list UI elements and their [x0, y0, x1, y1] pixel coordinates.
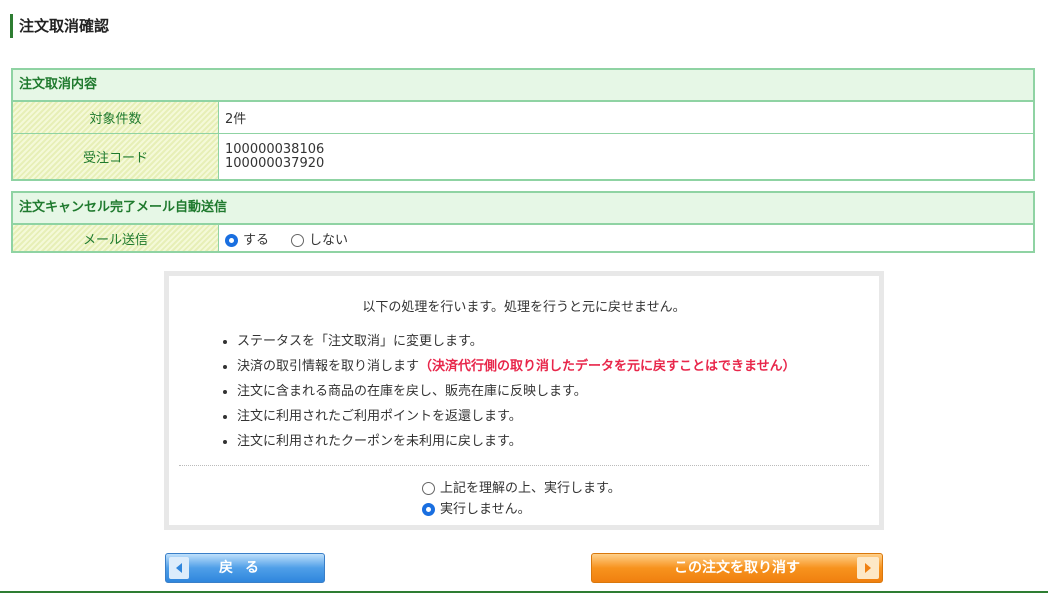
- radio-unchecked-icon[interactable]: [291, 233, 305, 247]
- list-item: 決済の取引情報を取り消します（決済代行側の取り消したデータを元に戻すことはできま…: [237, 354, 879, 379]
- count-label: 対象件数: [13, 102, 219, 133]
- list-item-text: 注文に利用されたクーポンを未利用に戻します。: [237, 434, 522, 449]
- choice-not-execute-label: 実行しません。: [440, 502, 531, 517]
- execute-choices: 上記を理解の上、実行します。 実行しません。: [169, 478, 879, 520]
- code-label: 受注コード: [13, 134, 219, 179]
- mail-option-no[interactable]: しない: [291, 229, 348, 248]
- choice-execute[interactable]: 上記を理解の上、実行します。: [422, 478, 879, 499]
- warning-text: （決済代行側の取り消したデータを元に戻すことはできません）: [419, 359, 796, 374]
- confirmation-box: 以下の処理を行います。処理を行うと元に戻せません。 ステータスを「注文取消」に変…: [164, 271, 884, 530]
- list-item-text: 注文に含まれる商品の在庫を戻し、販売在庫に反映します。: [237, 384, 587, 399]
- arrow-right-icon: [857, 557, 879, 579]
- mail-label: メール送信: [13, 225, 219, 251]
- cancel-details-heading: 注文取消内容: [13, 70, 1033, 101]
- list-item-text: 注文に利用されたご利用ポイントを返還します。: [237, 409, 522, 424]
- cancel-details-panel: 注文取消内容 対象件数 2件 受注コード 100000038106 100000…: [11, 68, 1035, 181]
- back-button[interactable]: 戻る: [165, 553, 325, 583]
- back-button-label: 戻る: [219, 560, 271, 576]
- list-item-text: 決済の取引情報を取り消します: [237, 359, 420, 374]
- list-item: 注文に利用されたご利用ポイントを返還します。: [237, 404, 879, 429]
- order-code: 100000038106: [225, 141, 325, 157]
- list-item: ステータスを「注文取消」に変更します。: [237, 329, 879, 354]
- list-item-text: ステータスを「注文取消」に変更します。: [237, 334, 483, 349]
- mail-option-yes-label: する: [243, 232, 270, 248]
- code-values: 100000038106 100000037920: [219, 134, 330, 179]
- mail-panel: 注文キャンセル完了メール自動送信 メール送信 する しない: [11, 191, 1035, 253]
- radio-unchecked-icon[interactable]: [422, 482, 435, 495]
- count-row: 対象件数 2件: [13, 101, 1033, 133]
- order-code: 100000037920: [225, 155, 325, 171]
- process-list: ステータスを「注文取消」に変更します。 決済の取引情報を取り消します（決済代行側…: [169, 329, 879, 454]
- cancel-order-button[interactable]: この注文を取り消す: [591, 553, 883, 583]
- page-title: 注文取消確認: [10, 14, 109, 38]
- cancel-order-button-label: この注文を取り消す: [674, 560, 800, 576]
- choice-execute-label: 上記を理解の上、実行します。: [440, 481, 621, 496]
- mail-row: メール送信 する しない: [13, 224, 1033, 251]
- arrow-left-icon: [169, 557, 189, 579]
- radio-checked-icon[interactable]: [422, 503, 435, 516]
- mail-heading: 注文キャンセル完了メール自動送信: [13, 193, 1033, 224]
- mail-options: する しない: [219, 225, 354, 251]
- choice-not-execute[interactable]: 実行しません。: [422, 499, 879, 520]
- mail-option-no-label: しない: [309, 232, 349, 248]
- mail-option-yes[interactable]: する: [225, 229, 269, 248]
- radio-checked-icon[interactable]: [225, 233, 238, 247]
- list-item: 注文に含まれる商品の在庫を戻し、販売在庫に反映します。: [237, 379, 879, 404]
- count-value: 2件: [225, 112, 247, 127]
- code-row: 受注コード 100000038106 100000037920: [13, 133, 1033, 179]
- confirmation-lead: 以下の処理を行います。処理を行うと元に戻せません。: [362, 300, 686, 315]
- list-item: 注文に利用されたクーポンを未利用に戻します。: [237, 429, 879, 454]
- divider: [179, 465, 869, 466]
